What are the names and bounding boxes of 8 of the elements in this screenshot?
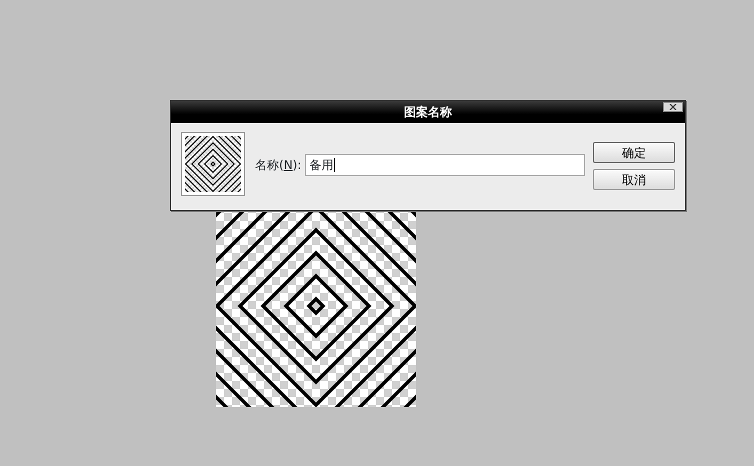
dialog-button[interactable]: 取消 [593,169,675,190]
close-button[interactable] [663,102,683,112]
field-label: 名称(N): [255,157,302,174]
default-button[interactable]: 确定 [593,142,675,163]
dialog-title: 图案名称 [403,105,453,119]
name-field[interactable]: 备用 [305,154,586,176]
pattern-thumbnail [181,132,245,196]
close-icon [669,104,677,110]
